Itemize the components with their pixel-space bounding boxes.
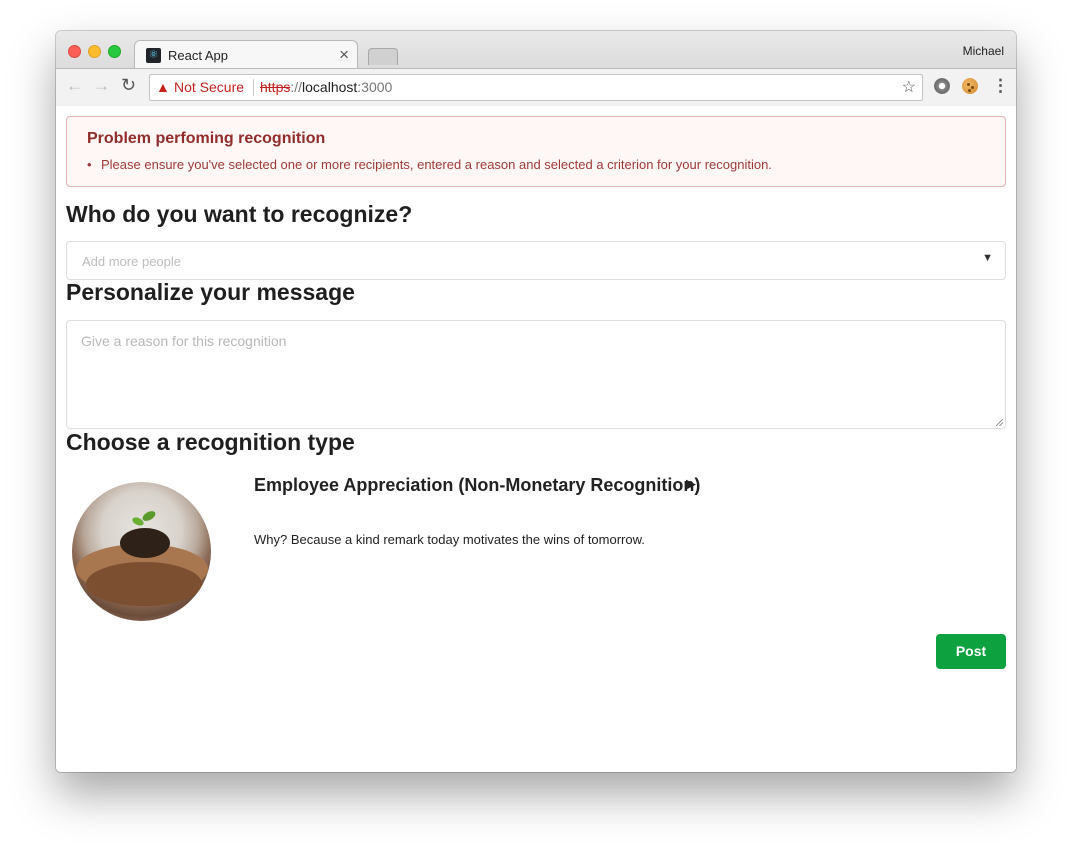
url-separator: :// (290, 79, 303, 95)
post-button[interactable]: Post (936, 634, 1006, 669)
not-secure-label[interactable]: Not Secure (174, 79, 244, 95)
alert-bullet: • (87, 157, 92, 172)
browser-tab[interactable]: ⚛ React App × (134, 40, 358, 70)
cookie-extension-icon[interactable] (962, 78, 978, 94)
soil-shape (120, 528, 170, 558)
address-bar[interactable]: ▲ Not Secure https://localhost:3000 ☆ (149, 74, 923, 101)
recipients-heading: Who do you want to recognize? (66, 201, 413, 227)
url-scheme: https (260, 79, 291, 95)
title-bar: ⚛ React App × Michael (56, 31, 1016, 70)
bookmark-star-icon[interactable]: ☆ (902, 77, 916, 97)
close-window-button[interactable] (68, 45, 81, 58)
reload-icon[interactable]: ↻ (121, 75, 136, 96)
url-host: localhost (302, 79, 358, 95)
warning-icon[interactable]: ▲ (156, 79, 170, 95)
hands-shape (86, 562, 202, 606)
settings-extension-icon[interactable] (934, 78, 950, 94)
forward-arrow-icon[interactable]: → (93, 76, 110, 96)
alert-title: Problem perfoming recognition (87, 130, 326, 147)
url-port: :3000 (357, 79, 393, 95)
profile-name[interactable]: Michael (963, 44, 1004, 58)
caret-right-icon[interactable]: ▶ (686, 476, 696, 492)
recipients-dropdown[interactable]: Add more people ▼ (66, 241, 1006, 280)
maximize-window-button[interactable] (108, 45, 121, 58)
caret-down-icon[interactable]: ▼ (982, 252, 993, 264)
browser-window: ⚛ React App × Michael ← → ↻ ▲ Not Secure… (56, 31, 1016, 772)
page-content: Problem perfoming recognition • Please e… (56, 106, 1016, 772)
message-heading: Personalize your message (66, 279, 355, 305)
react-logo-icon: ⚛ (146, 48, 161, 63)
resize-handle[interactable] (996, 419, 1003, 426)
recognition-type-title[interactable]: Employee Appreciation (Non-Monetary Reco… (254, 475, 700, 496)
back-arrow-icon[interactable]: ← (66, 76, 83, 96)
reason-placeholder: Give a reason for this recognition (81, 333, 287, 349)
minimize-window-button[interactable] (88, 45, 101, 58)
tab-title: React App (168, 48, 228, 63)
close-tab-icon[interactable]: × (339, 45, 349, 65)
recipients-placeholder: Add more people (82, 254, 182, 269)
recognition-type-image[interactable] (72, 482, 211, 621)
browser-toolbar: ← → ↻ ▲ Not Secure https://localhost:300… (56, 68, 1016, 107)
alert-message: Please ensure you've selected one or mor… (101, 157, 772, 172)
more-menu-icon[interactable]: ⋮ (992, 76, 1009, 96)
url-text[interactable]: https://localhost:3000 (260, 79, 392, 95)
reason-textarea[interactable]: Give a reason for this recognition (66, 320, 1006, 429)
new-tab-button[interactable] (368, 48, 398, 65)
omnibox-divider (253, 79, 254, 96)
error-alert: Problem perfoming recognition • Please e… (66, 116, 1006, 187)
recognition-type-heading: Choose a recognition type (66, 429, 355, 455)
recognition-type-description: Why? Because a kind remark today motivat… (254, 532, 645, 547)
